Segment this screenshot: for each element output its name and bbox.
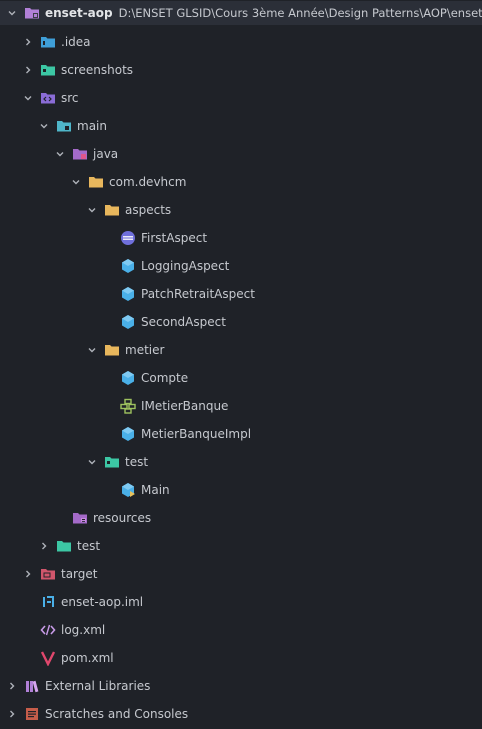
tree-row-main-class[interactable]: Main <box>0 476 482 504</box>
chevron-down-icon[interactable] <box>4 5 20 21</box>
tree-label: target <box>61 567 98 581</box>
tree-label: test <box>77 539 101 553</box>
tree-label: metier <box>125 343 165 357</box>
tree-row-metier[interactable]: metier <box>0 336 482 364</box>
chevron-down-icon[interactable] <box>84 454 100 470</box>
tree-label: Compte <box>141 371 189 385</box>
class-icon <box>120 370 136 386</box>
tree-label: IMetierBanque <box>141 399 229 413</box>
resources-folder-icon <box>72 510 88 526</box>
source-folder-icon <box>40 90 56 106</box>
libraries-icon <box>24 678 40 694</box>
tree-label: pom.xml <box>61 651 114 665</box>
tree-label: log.xml <box>61 623 106 637</box>
chevron-down-icon[interactable] <box>20 90 36 106</box>
chevron-right-icon[interactable] <box>20 566 36 582</box>
tree-label: FirstAspect <box>141 231 208 245</box>
maven-file-icon <box>40 650 56 666</box>
tree-label: resources <box>93 511 152 525</box>
class-icon <box>120 314 136 330</box>
tree-label: SecondAspect <box>141 315 226 329</box>
source-root-folder-icon <box>72 146 88 162</box>
chevron-down-icon[interactable] <box>68 174 84 190</box>
test-folder-icon <box>56 538 72 554</box>
tree-label: java <box>93 147 119 161</box>
tree-label: enset-aop.iml <box>61 595 144 609</box>
chevron-down-icon[interactable] <box>84 342 100 358</box>
tree-row-target[interactable]: target <box>0 560 482 588</box>
chevron-down-icon[interactable] <box>52 146 68 162</box>
tree-label: aspects <box>125 203 172 217</box>
tree-label: External Libraries <box>45 679 151 693</box>
tree-row-logging-aspect[interactable]: LoggingAspect <box>0 252 482 280</box>
tree-row-screenshots[interactable]: screenshots <box>0 56 482 84</box>
tree-row-test-dir[interactable]: test <box>0 532 482 560</box>
class-icon <box>120 286 136 302</box>
folder-icon <box>56 118 72 134</box>
test-folder-icon <box>104 454 120 470</box>
package-folder-icon <box>104 342 120 358</box>
xml-file-icon <box>40 622 56 638</box>
tree-row-project-root[interactable]: enset-aop D:\ENSET GLSID\Cours 3ème Anné… <box>0 1 482 25</box>
tree-label: PatchRetraitAspect <box>141 287 255 301</box>
tree-label: Main <box>141 483 170 497</box>
aspect-icon <box>120 230 136 246</box>
tree-row-resources[interactable]: resources <box>0 504 482 532</box>
tree-row-imetier-banque[interactable]: IMetierBanque <box>0 392 482 420</box>
tree-row-compte[interactable]: Compte <box>0 364 482 392</box>
tree-label: main <box>77 119 107 133</box>
tree-label: src <box>61 91 79 105</box>
tree-label: LoggingAspect <box>141 259 230 273</box>
tree-row-java[interactable]: java <box>0 140 482 168</box>
module-folder-icon <box>24 5 40 21</box>
package-folder-icon <box>88 174 104 190</box>
tree-row-patch-retrait-aspect[interactable]: PatchRetraitAspect <box>0 280 482 308</box>
tree-row-iml[interactable]: enset-aop.iml <box>0 588 482 616</box>
tree-row-package[interactable]: com.devhcm <box>0 168 482 196</box>
tree-row-external-libraries[interactable]: External Libraries <box>0 672 482 700</box>
project-path: D:\ENSET GLSID\Cours 3ème Année\Design P… <box>118 6 482 20</box>
tree-row-first-aspect[interactable]: FirstAspect <box>0 224 482 252</box>
chevron-right-icon[interactable] <box>4 706 20 722</box>
interface-icon <box>120 398 136 414</box>
folder-icon <box>40 62 56 78</box>
tree-row-test-package[interactable]: test <box>0 448 482 476</box>
chevron-down-icon[interactable] <box>84 202 100 218</box>
tree-row-log-xml[interactable]: log.xml <box>0 616 482 644</box>
tree-label: MetierBanqueImpl <box>141 427 252 441</box>
tree-label: Scratches and Consoles <box>45 707 189 721</box>
tree-row-aspects[interactable]: aspects <box>0 196 482 224</box>
tree-row-pom-xml[interactable]: pom.xml <box>0 644 482 672</box>
chevron-right-icon[interactable] <box>4 678 20 694</box>
package-folder-icon <box>104 202 120 218</box>
scratches-icon <box>24 706 40 722</box>
tree-label: test <box>125 455 149 469</box>
iml-file-icon <box>40 594 56 610</box>
class-icon <box>120 426 136 442</box>
chevron-down-icon[interactable] <box>36 118 52 134</box>
tree-row-scratches[interactable]: Scratches and Consoles <box>0 700 482 728</box>
tree-label: screenshots <box>61 63 134 77</box>
project-tree: enset-aop D:\ENSET GLSID\Cours 3ème Anné… <box>0 0 482 729</box>
tree-label: com.devhcm <box>109 175 187 189</box>
tree-row-main[interactable]: main <box>0 112 482 140</box>
chevron-right-icon[interactable] <box>36 538 52 554</box>
tree-row-metier-banque-impl[interactable]: MetierBanqueImpl <box>0 420 482 448</box>
tree-row-src[interactable]: src <box>0 84 482 112</box>
idea-folder-icon <box>40 34 56 50</box>
class-icon <box>120 258 136 274</box>
chevron-right-icon[interactable] <box>20 62 36 78</box>
tree-row-idea[interactable]: .idea <box>0 28 482 56</box>
chevron-right-icon[interactable] <box>20 34 36 50</box>
excluded-folder-icon <box>40 566 56 582</box>
tree-row-second-aspect[interactable]: SecondAspect <box>0 308 482 336</box>
project-name: enset-aop <box>45 6 113 20</box>
main-class-icon <box>120 482 136 498</box>
tree-label: .idea <box>61 35 91 49</box>
